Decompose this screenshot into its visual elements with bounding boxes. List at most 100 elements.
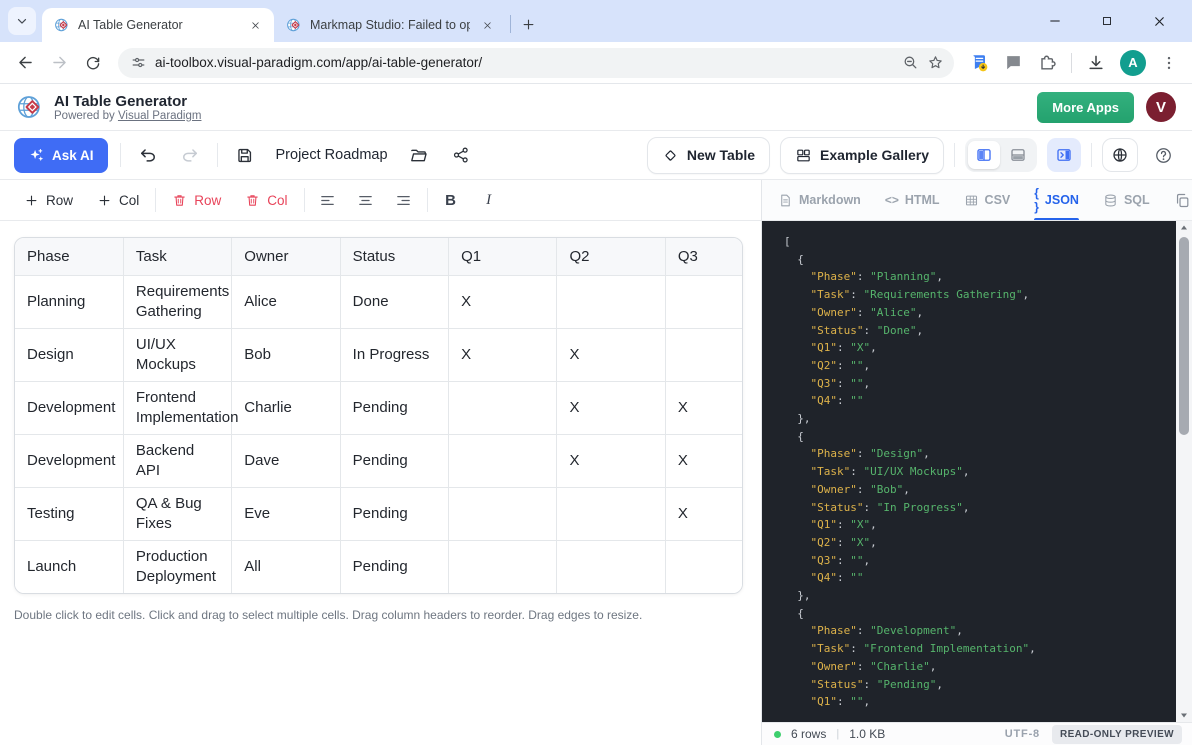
downloads-icon[interactable] — [1086, 53, 1106, 73]
reload-button[interactable] — [78, 48, 108, 78]
table-cell[interactable]: Design — [15, 328, 123, 381]
bookmark-star-icon[interactable] — [927, 54, 944, 71]
help-button[interactable] — [1148, 140, 1178, 170]
table-cell[interactable] — [665, 328, 743, 381]
comment-extension-icon[interactable] — [1004, 53, 1023, 72]
table-cell[interactable]: Launch — [15, 540, 123, 593]
split-vertical-button[interactable] — [968, 141, 1000, 169]
table-cell[interactable]: X — [449, 328, 557, 381]
browser-tab-active[interactable]: AI Table Generator — [42, 8, 274, 42]
table-cell[interactable]: Pending — [340, 540, 448, 593]
url-text[interactable]: ai-toolbox.visual-paradigm.com/app/ai-ta… — [155, 55, 894, 70]
browser-tab-inactive[interactable]: Markmap Studio: Failed to oper — [274, 8, 506, 42]
table-cell[interactable] — [665, 275, 743, 328]
forward-button[interactable] — [44, 48, 74, 78]
table-cell[interactable] — [665, 540, 743, 593]
reading-list-icon[interactable] — [968, 52, 990, 74]
table-cell[interactable] — [449, 434, 557, 487]
example-gallery-button[interactable]: Example Gallery — [780, 137, 944, 174]
window-minimize-button[interactable] — [1040, 6, 1070, 36]
document-title[interactable]: Project Roadmap — [276, 147, 388, 163]
delete-col-button[interactable]: Col — [237, 187, 295, 214]
table-cell[interactable]: X — [665, 434, 743, 487]
table-cell[interactable] — [557, 487, 665, 540]
split-horizontal-button[interactable] — [1002, 141, 1034, 169]
scroll-down-arrow-icon[interactable] — [1176, 708, 1192, 722]
table-cell[interactable]: X — [449, 275, 557, 328]
add-row-button[interactable]: Row — [16, 187, 81, 214]
column-header[interactable]: Q3 — [665, 238, 743, 275]
window-maximize-button[interactable] — [1092, 6, 1122, 36]
bold-button[interactable]: B — [436, 186, 466, 214]
table-cell[interactable]: Backend API — [123, 434, 231, 487]
table-cell[interactable]: Development — [15, 434, 123, 487]
table-cell[interactable]: X — [665, 381, 743, 434]
table-cell[interactable] — [557, 540, 665, 593]
account-avatar[interactable]: V — [1146, 92, 1176, 122]
table-cell[interactable]: Pending — [340, 487, 448, 540]
tab-csv[interactable]: CSV — [964, 180, 1011, 220]
table-cell[interactable]: Eve — [232, 487, 340, 540]
align-right-button[interactable] — [389, 186, 419, 214]
align-center-button[interactable] — [351, 186, 381, 214]
tab-html[interactable]: <> HTML — [885, 180, 940, 220]
toggle-right-panel-button[interactable] — [1047, 138, 1081, 172]
ask-ai-button[interactable]: Ask AI — [14, 138, 108, 173]
save-button[interactable] — [230, 140, 260, 170]
tab-markdown[interactable]: Markdown — [778, 180, 861, 220]
table-cell[interactable]: Testing — [15, 487, 123, 540]
open-folder-button[interactable] — [404, 140, 434, 170]
delete-row-button[interactable]: Row — [164, 187, 229, 214]
add-col-button[interactable]: Col — [89, 187, 147, 214]
tab-sql[interactable]: SQL — [1103, 180, 1150, 220]
code-scrollbar[interactable] — [1176, 221, 1192, 722]
share-button[interactable] — [446, 140, 476, 170]
table-cell[interactable]: Frontend Implementation — [123, 381, 231, 434]
tab-json[interactable]: { } JSON — [1034, 180, 1079, 220]
new-table-button[interactable]: New Table — [647, 137, 770, 174]
table-cell[interactable]: Production Deployment — [123, 540, 231, 593]
table-cell[interactable] — [449, 540, 557, 593]
table-cell[interactable]: X — [557, 381, 665, 434]
redo-button[interactable] — [175, 140, 205, 170]
table-cell[interactable]: X — [665, 487, 743, 540]
scroll-up-arrow-icon[interactable] — [1176, 221, 1192, 235]
align-left-button[interactable] — [313, 186, 343, 214]
table-cell[interactable]: All — [232, 540, 340, 593]
column-header[interactable]: Q2 — [557, 238, 665, 275]
more-apps-button[interactable]: More Apps — [1037, 92, 1134, 123]
address-bar[interactable]: ai-toolbox.visual-paradigm.com/app/ai-ta… — [118, 48, 954, 78]
new-tab-button[interactable] — [515, 11, 541, 37]
column-header[interactable]: Phase — [15, 238, 123, 275]
copy-code-button[interactable] — [1174, 192, 1191, 209]
site-settings-icon[interactable] — [130, 54, 147, 71]
table-cell[interactable]: Bob — [232, 328, 340, 381]
extensions-puzzle-icon[interactable] — [1037, 53, 1057, 73]
tab-search-button[interactable] — [8, 7, 36, 35]
table-cell[interactable]: In Progress — [340, 328, 448, 381]
menu-dots-icon[interactable] — [1160, 54, 1178, 72]
table-cell[interactable] — [449, 487, 557, 540]
zoom-icon[interactable] — [902, 54, 919, 71]
table-cell[interactable] — [557, 275, 665, 328]
column-header[interactable]: Task — [123, 238, 231, 275]
column-header[interactable]: Owner — [232, 238, 340, 275]
visual-paradigm-link[interactable]: Visual Paradigm — [118, 110, 202, 122]
scrollbar-thumb[interactable] — [1179, 237, 1189, 435]
table-cell[interactable]: X — [557, 328, 665, 381]
table-cell[interactable]: Requirements Gathering — [123, 275, 231, 328]
tab-close-icon[interactable] — [246, 16, 264, 34]
column-header[interactable]: Q1 — [449, 238, 557, 275]
table-cell[interactable]: QA & Bug Fixes — [123, 487, 231, 540]
table-cell[interactable]: Done — [340, 275, 448, 328]
table-cell[interactable]: Pending — [340, 381, 448, 434]
italic-button[interactable]: I — [474, 186, 504, 214]
table-cell[interactable]: Development — [15, 381, 123, 434]
table-cell[interactable]: Alice — [232, 275, 340, 328]
back-button[interactable] — [10, 48, 40, 78]
table-cell[interactable]: X — [557, 434, 665, 487]
language-globe-button[interactable] — [1102, 138, 1138, 172]
column-header[interactable]: Status — [340, 238, 448, 275]
undo-button[interactable] — [133, 140, 163, 170]
tab-close-icon[interactable] — [478, 16, 496, 34]
